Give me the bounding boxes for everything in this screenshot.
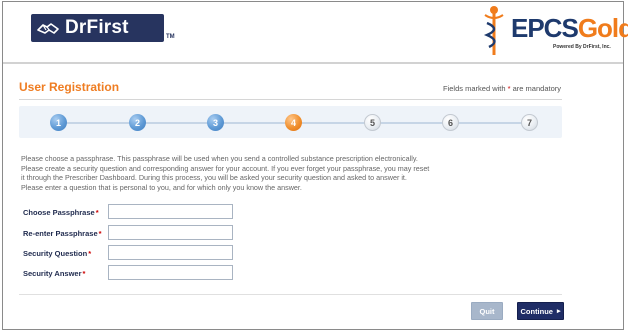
epcs-tagline: Powered By DrFirst, Inc. — [553, 44, 611, 50]
arrow-right-icon: ▸ — [556, 308, 561, 315]
handshake-icon — [37, 23, 59, 34]
footer-divider — [19, 294, 562, 295]
epcs-wordmark-part: EPCS — [511, 13, 579, 43]
header: DrFirst TM EPCSGold Powered By DrFirst, … — [3, 2, 628, 62]
reenter-passphrase-label: Re-enter Passphrase* — [23, 229, 102, 238]
security-question-label: Security Question* — [23, 249, 91, 258]
passphrase-label-text: Choose Passphrase — [23, 208, 95, 217]
title-divider — [19, 99, 562, 100]
mandatory-note: Fields marked with * are mandatory — [443, 84, 561, 93]
required-star: * — [88, 249, 92, 258]
quit-button-label: Quit — [479, 306, 495, 316]
step-7: 7 — [521, 114, 538, 131]
drfirst-logo-box: DrFirst — [31, 14, 164, 42]
step-4: 4 — [285, 114, 302, 131]
gold-wordmark-part: Gold — [577, 13, 628, 43]
epcs-gold-wordmark: EPCSGold — [511, 13, 628, 44]
mandatory-prefix: Fields marked with — [443, 84, 508, 93]
answer-label-text: Security Answer — [23, 269, 82, 278]
drfirst-logo-text: DrFirst — [65, 17, 129, 38]
step-1: 1 — [50, 114, 67, 131]
continue-button[interactable]: Continue ▸ — [517, 302, 564, 320]
security-question-field[interactable] — [108, 245, 233, 260]
app-window: DrFirst TM EPCSGold Powered By DrFirst, … — [2, 1, 628, 330]
quit-button[interactable]: Quit — [471, 302, 503, 320]
step-6: 6 — [442, 114, 459, 131]
required-star: * — [82, 269, 86, 278]
drfirst-logo: DrFirst TM — [31, 12, 175, 42]
drfirst-trademark: TM — [166, 34, 175, 40]
passphrase-field[interactable] — [108, 204, 233, 219]
required-star: * — [98, 229, 102, 238]
epcs-gold-logo: EPCSGold Powered By DrFirst, Inc. — [475, 5, 628, 57]
reenter-label-text: Re-enter Passphrase — [23, 229, 98, 238]
step-2: 2 — [129, 114, 146, 131]
security-answer-label: Security Answer* — [23, 269, 85, 278]
question-label-text: Security Question — [23, 249, 88, 258]
step-5: 5 — [364, 114, 381, 131]
mandatory-suffix: are mandatory — [510, 84, 561, 93]
continue-button-label: Continue — [520, 306, 553, 316]
passphrase-label: Choose Passphrase* — [23, 208, 99, 217]
step-3: 3 — [207, 114, 224, 131]
required-star: * — [95, 208, 99, 217]
instructions-text: Please choose a passphrase. This passphr… — [21, 154, 581, 192]
reenter-passphrase-field[interactable] — [108, 225, 233, 240]
instructions-line: Please create a security question and co… — [21, 163, 430, 173]
instructions-line: Please choose a passphrase. This passphr… — [21, 154, 418, 163]
caduceus-icon — [483, 6, 504, 55]
security-answer-field[interactable] — [108, 265, 233, 280]
page-title: User Registration — [19, 80, 120, 94]
progress-stepper: 1 2 3 4 5 6 7 — [19, 106, 562, 138]
instructions-line: it through the Prescriber Dashboard. Dur… — [21, 173, 407, 182]
instructions-line: Please enter a question that is personal… — [21, 182, 302, 192]
header-divider — [3, 62, 623, 64]
